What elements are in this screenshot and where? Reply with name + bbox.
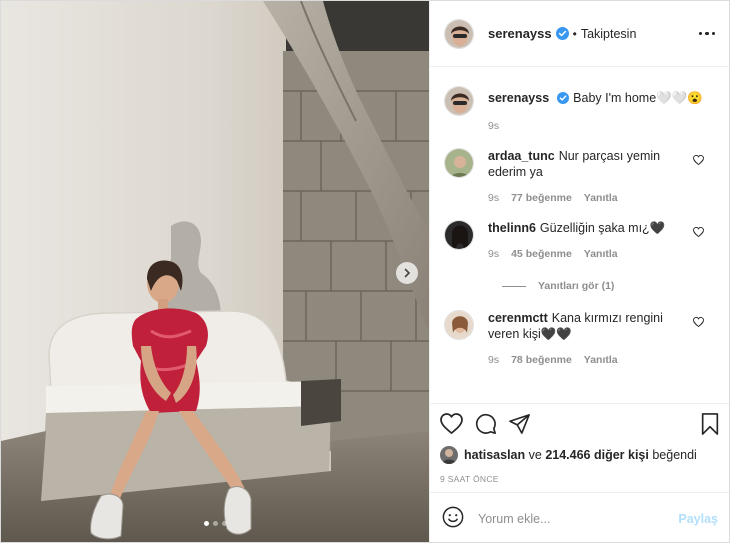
comment-text: Güzelliğin şaka mı¿🖤 (539, 221, 666, 235)
heart-icon[interactable] (693, 226, 704, 240)
avatar[interactable] (444, 220, 474, 250)
carousel-dot (221, 521, 227, 526)
avatar[interactable] (444, 18, 474, 49)
carousel-dot (203, 521, 209, 526)
post-actions: hatisaslan ve 214.466 diğer kişi beğendi… (430, 403, 729, 484)
comment-time[interactable]: 9s (488, 248, 499, 260)
comment-likes[interactable]: 78 beğenme (511, 354, 572, 366)
separator-dot: • (572, 26, 577, 41)
post-modal: serenayss • Takiptesin serenayss Baby I'm… (0, 0, 730, 543)
post-username[interactable]: serenayss (488, 26, 552, 41)
verified-icon (557, 92, 570, 104)
comments-list[interactable]: serenayss Baby I'm home🤍🤍😮 9s ardaa_tunc N… (430, 67, 729, 403)
add-comment-bar: Paylaş (430, 492, 729, 542)
comment-item: cerenmctt Kana kırmızı rengini veren kişi… (444, 310, 716, 366)
heart-icon[interactable] (693, 154, 704, 168)
emoji-icon[interactable] (442, 506, 464, 531)
post-comment-button[interactable]: Paylaş (678, 512, 718, 526)
heart-icon[interactable] (440, 413, 463, 437)
more-options-icon[interactable] (698, 31, 715, 36)
post-details-panel: serenayss • Takiptesin serenayss Baby I'm… (429, 1, 729, 542)
comment-time[interactable]: 9s (488, 354, 499, 366)
likes-suffix: beğendi (652, 448, 697, 462)
comment-username[interactable]: cerenmctt (488, 311, 548, 325)
reply-button[interactable]: Yanıtla (584, 192, 618, 204)
reply-button[interactable]: Yanıtla (584, 248, 618, 260)
share-icon[interactable] (509, 413, 531, 437)
avatar[interactable] (444, 86, 474, 116)
caption-text: Baby I'm home🤍🤍😮 (573, 91, 703, 105)
carousel-indicator (1, 521, 429, 526)
liker-username[interactable]: hatisaslan (464, 448, 525, 462)
view-replies-button[interactable]: Yanıtları gör (1) (502, 280, 716, 292)
avatar[interactable] (444, 310, 474, 340)
caption-time[interactable]: 9s (488, 120, 499, 132)
caption: serenayss Baby I'm home🤍🤍😮 9s (444, 67, 716, 132)
avatar[interactable] (444, 148, 474, 178)
comment-item: ardaa_tunc Nur parçası yemin ederim ya 9s… (444, 148, 716, 204)
comment-item: thelinn6 Güzelliğin şaka mı¿🖤 9s 45 beğen… (444, 220, 716, 260)
comment-username[interactable]: thelinn6 (488, 221, 536, 235)
comment-icon[interactable] (475, 413, 497, 438)
likes-summary: hatisaslan ve 214.466 diğer kişi beğendi (440, 446, 720, 464)
post-photo (1, 1, 429, 542)
comment-likes[interactable]: 45 beğenme (511, 248, 572, 260)
comment-username[interactable]: ardaa_tunc (488, 149, 555, 163)
comment-likes[interactable]: 77 beğenme (511, 192, 572, 204)
heart-icon[interactable] (693, 316, 704, 330)
comment-input[interactable] (478, 511, 679, 526)
post-time[interactable]: 9 SAAT ÖNCE (440, 474, 720, 484)
caption-username[interactable]: serenayss (488, 91, 549, 105)
likes-count[interactable]: 214.466 diğer kişi (545, 448, 649, 462)
post-header: serenayss • Takiptesin (430, 1, 729, 67)
comment-time[interactable]: 9s (488, 192, 499, 204)
chevron-right-icon (402, 268, 412, 278)
likes-connector: ve (528, 448, 542, 462)
verified-icon (555, 27, 569, 40)
avatar[interactable] (440, 446, 458, 464)
reply-button[interactable]: Yanıtla (584, 354, 618, 366)
carousel-dot (212, 521, 218, 526)
following-button[interactable]: Takiptesin (581, 27, 637, 41)
next-photo-button[interactable] (396, 262, 418, 284)
bookmark-icon[interactable] (700, 412, 720, 438)
